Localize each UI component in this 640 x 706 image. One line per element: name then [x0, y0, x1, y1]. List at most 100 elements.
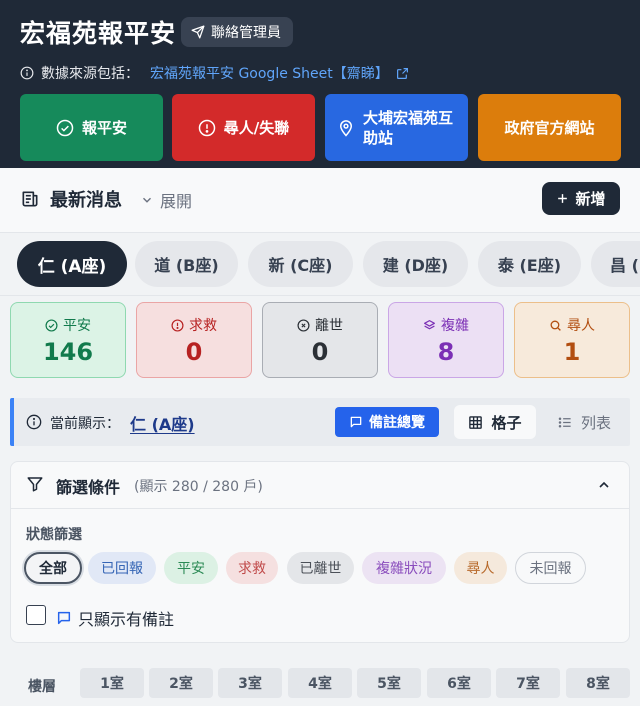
chip-label: 複雜狀況: [376, 561, 432, 577]
chip-unreported[interactable]: 未回報: [515, 552, 586, 584]
missing-person-button[interactable]: 尋人/失聯: [172, 94, 315, 161]
stat-label-row: 求救: [171, 315, 217, 335]
report-safe-button[interactable]: 報平安: [20, 94, 163, 161]
report-safe-label: 報平安: [81, 119, 127, 137]
stat-label-row: 複雜: [423, 315, 469, 335]
expand-news-toggle[interactable]: 展開: [140, 188, 192, 212]
chevron-up-icon[interactable]: [596, 477, 612, 493]
list-view-label: 列表: [580, 413, 611, 432]
chip-deceased[interactable]: 已離世: [287, 552, 354, 584]
tab-label: 建 (D座): [382, 256, 449, 275]
stat-value: 0: [185, 338, 203, 366]
room-header-2: 2室: [149, 668, 213, 698]
tab-building-c[interactable]: 新 (C座): [248, 241, 353, 287]
stat-card-deceased[interactable]: 離世 0: [262, 302, 378, 378]
tab-building-b[interactable]: 道 (B座): [135, 241, 238, 287]
chip-reported[interactable]: 已回報: [88, 552, 156, 584]
alert-circle-icon: [198, 119, 216, 137]
contact-admin-button[interactable]: 聯絡管理員: [181, 17, 293, 47]
message-square-icon: [56, 610, 72, 626]
room-header-4: 4室: [288, 668, 352, 698]
stat-label-row: 平安: [45, 315, 91, 335]
info-icon: [20, 66, 34, 80]
tab-label: 道 (B座): [154, 256, 219, 275]
chip-label: 平安: [177, 561, 205, 577]
stat-card-help[interactable]: 求救 0: [136, 302, 252, 378]
app-title: 宏福苑報平安: [20, 19, 177, 48]
stat-value: 0: [311, 338, 329, 366]
stat-label-row: 離世: [297, 315, 343, 335]
news-title: 最新消息: [50, 190, 122, 211]
grid-view-label: 格子: [491, 413, 522, 432]
check-circle-icon: [45, 318, 58, 332]
data-source-row: 數據來源包括： 宏福苑報平安 Google Sheet【齋睇】: [20, 63, 409, 83]
grid-icon: [468, 415, 483, 430]
plus-icon: [556, 192, 569, 205]
grid-view-button[interactable]: 格子: [454, 405, 536, 439]
stat-card-search[interactable]: 尋人 1: [514, 302, 630, 378]
room-header-6: 6室: [427, 668, 491, 698]
chip-label: 已離世: [299, 561, 342, 577]
room-header-3: 3室: [218, 668, 282, 698]
tab-building-f[interactable]: 昌 (F座): [591, 241, 640, 287]
notes-only-checkbox[interactable]: [26, 605, 46, 625]
layers-icon: [423, 319, 436, 332]
building-tabs: 仁 (A座) 道 (B座) 新 (C座) 建 (D座) 泰 (E座) 昌 (F座…: [0, 232, 640, 296]
mutual-aid-station-label: 大埔宏福苑互助站: [363, 108, 454, 147]
external-link-icon[interactable]: [396, 67, 409, 80]
chip-complex[interactable]: 複雜狀況: [362, 552, 446, 584]
tab-label: 仁 (A座): [37, 256, 107, 277]
stat-card-safe[interactable]: 平安 146: [10, 302, 126, 378]
room-header-7: 7室: [496, 668, 560, 698]
tab-label: 新 (C座): [268, 256, 333, 275]
stat-value: 1: [563, 338, 581, 366]
notes-only-row[interactable]: 只顯示有備註: [56, 606, 174, 630]
notes-only-label: 只顯示有備註: [78, 610, 175, 629]
chip-label: 已回報: [101, 561, 143, 577]
chip-label: 全部: [39, 561, 67, 577]
contact-admin-label: 聯絡管理員: [211, 25, 281, 41]
send-icon: [191, 25, 205, 39]
tab-building-e[interactable]: 泰 (E座): [478, 241, 581, 287]
stat-card-complex[interactable]: 複雜 8: [388, 302, 504, 378]
tab-building-a[interactable]: 仁 (A座): [17, 241, 127, 287]
current-display-label: 當前顯示：: [50, 416, 120, 432]
stat-label: 平安: [63, 318, 91, 334]
filter-count: (顯示 280 / 280 戶): [134, 479, 263, 495]
tab-label: 泰 (E座): [497, 256, 562, 275]
add-news-button[interactable]: 新增: [542, 182, 620, 215]
chevron-down-icon: [140, 193, 154, 207]
stat-label: 尋人: [567, 318, 595, 334]
stat-value: 146: [42, 338, 94, 366]
stat-label: 求救: [189, 318, 217, 334]
chip-search[interactable]: 尋人: [454, 552, 507, 584]
check-circle-icon: [56, 119, 74, 137]
room-header-8: 8室: [566, 668, 630, 698]
stat-label: 離世: [315, 318, 343, 334]
status-filter-label: 狀態篩選: [26, 527, 82, 543]
room-header-1: 1室: [80, 668, 144, 698]
google-sheet-link[interactable]: 宏福苑報平安 Google Sheet【齋睇】: [150, 63, 389, 83]
filter-title: 篩選條件: [56, 478, 121, 497]
current-building-link[interactable]: 仁 (A座): [130, 411, 195, 435]
chip-label: 未回報: [529, 561, 572, 577]
floor-column-header: 樓層: [28, 679, 56, 695]
source-prefix: 數據來源包括：: [41, 66, 139, 82]
chip-safe[interactable]: 平安: [164, 552, 218, 584]
chip-help[interactable]: 求救: [226, 552, 278, 584]
government-website-button[interactable]: 政府官方網站: [478, 94, 621, 161]
alert-circle-icon: [171, 318, 184, 332]
missing-person-label: 尋人/失聯: [223, 119, 290, 137]
chip-label: 求救: [238, 561, 266, 577]
search-icon: [549, 319, 562, 332]
list-view-button[interactable]: 列表: [544, 405, 624, 439]
map-pin-icon: [337, 119, 355, 137]
expand-label: 展開: [160, 192, 193, 211]
tab-building-d[interactable]: 建 (D座): [363, 241, 468, 287]
chip-all[interactable]: 全部: [24, 552, 82, 584]
room-header-5: 5室: [357, 668, 421, 698]
chip-label: 尋人: [466, 561, 495, 577]
notes-overview-button[interactable]: 備註總覽: [335, 407, 439, 437]
mutual-aid-station-button[interactable]: 大埔宏福苑互助站: [325, 94, 468, 161]
tab-label: 昌 (F座): [610, 256, 640, 275]
